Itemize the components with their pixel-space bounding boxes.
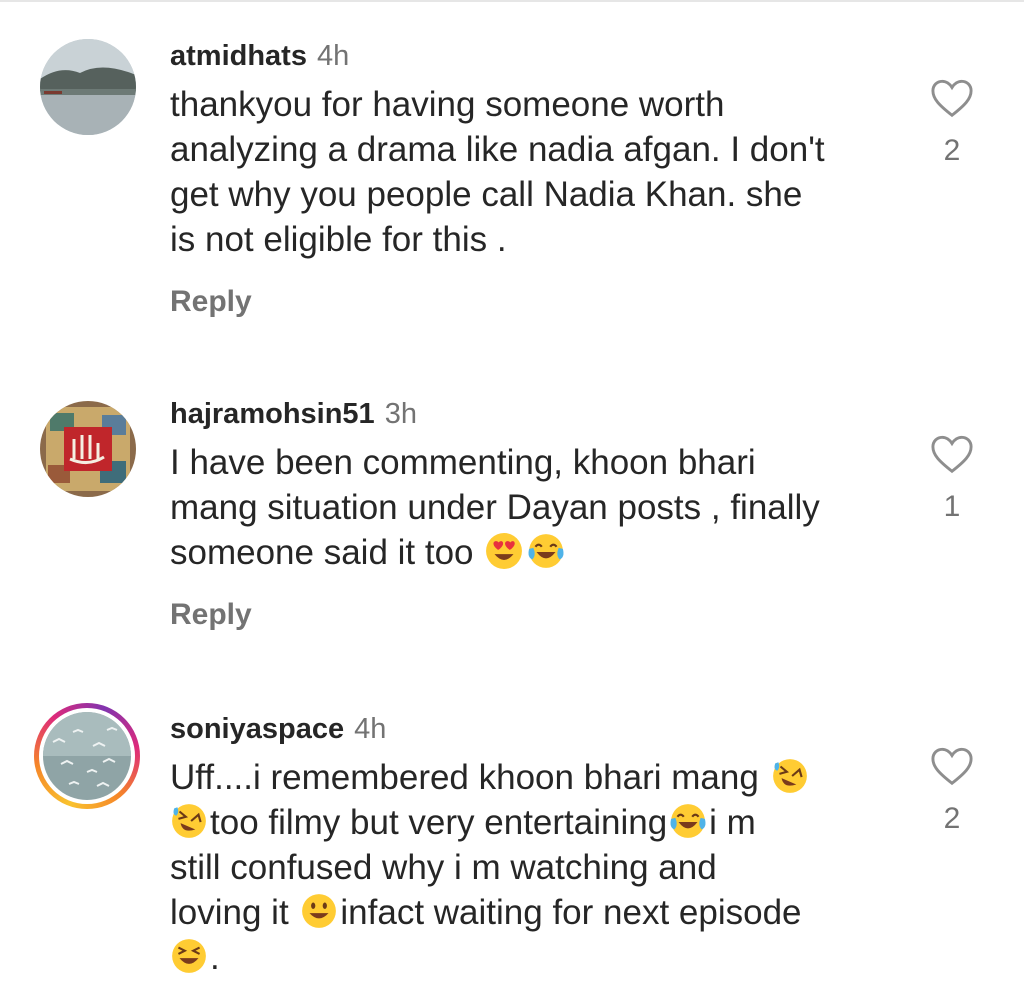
comment-text-line: loving it infact waiting for next episod… <box>170 890 890 935</box>
comment-text-line: analyzing a drama like nadia afgan. I do… <box>170 130 825 169</box>
tears-of-joy-emoji-icon <box>670 804 706 838</box>
comment-text-fragment: too filmy but very entertaining <box>210 803 668 842</box>
like-control: 2 <box>930 746 974 836</box>
comment-text: I have been commenting, khoon bhari mang… <box>170 440 890 575</box>
comment-timestamp: 3h <box>384 398 417 430</box>
top-divider <box>0 0 1024 2</box>
comment-text-fragment: Uff....i remembered khoon bhari mang <box>170 758 759 797</box>
comment-text-fragment: loving it <box>170 893 289 932</box>
heart-eyes-emoji-icon <box>486 533 523 569</box>
comment-text-line: mang situation under Dayan posts , final… <box>170 488 820 527</box>
like-control: 2 <box>930 78 974 168</box>
comment-text-line: Uff....i remembered khoon bhari mang <box>170 755 890 800</box>
comment-text-fragment: infact waiting for next episode <box>340 893 802 932</box>
rolling-laughing-emoji-icon <box>172 804 206 838</box>
laughing-squint-emoji-icon <box>172 939 206 973</box>
comment-text: Uff....i remembered khoon bhari mang too… <box>170 755 890 980</box>
comment-timestamp: 4h <box>354 713 387 745</box>
rolling-laughing-emoji-icon <box>772 759 807 793</box>
comment-text-line: too filmy but very entertaining i m <box>170 800 890 845</box>
comment-text-line: get why you people call Nadia Khan. she <box>170 175 803 214</box>
heart-outline-icon[interactable] <box>930 78 974 118</box>
like-count: 2 <box>943 134 961 167</box>
comment-text-line: thankyou for having someone worth <box>170 85 725 124</box>
calligraphy-avatar-icon <box>40 401 136 497</box>
comment-username[interactable]: hajramohsin51 <box>170 398 375 430</box>
comment-text-line: still confused why i m watching and <box>170 848 717 887</box>
like-count: 1 <box>943 490 961 523</box>
comment-text-line: I have been commenting, khoon bhari <box>170 443 756 482</box>
comment-text-line: . <box>170 935 890 980</box>
comment-username[interactable]: soniyaspace <box>170 713 344 745</box>
comment-text-line: is not eligible for this . <box>170 220 507 259</box>
tears-of-joy-emoji-icon <box>528 534 564 568</box>
heart-outline-icon[interactable] <box>930 746 974 786</box>
grinning-emoji-icon <box>302 894 337 928</box>
heart-outline-icon[interactable] <box>930 434 974 474</box>
avatar[interactable] <box>40 401 136 497</box>
lake-landscape-avatar-icon <box>40 39 136 135</box>
comment-timestamp: 4h <box>316 40 350 72</box>
comment-text-fragment: i m <box>709 803 756 842</box>
avatar[interactable] <box>40 39 136 135</box>
reply-button[interactable]: Reply <box>170 284 890 320</box>
like-count: 2 <box>943 802 961 835</box>
comment-text: thankyou for having someone worth analyz… <box>170 82 890 262</box>
birds-sky-avatar-icon <box>43 712 131 800</box>
like-control: 1 <box>930 434 974 524</box>
comment-username[interactable]: atmidhats <box>170 40 307 72</box>
comment-text-line: someone said it too <box>170 530 890 575</box>
avatar-with-story-ring[interactable] <box>34 703 140 809</box>
comment-text-fragment: someone said it too <box>170 533 474 572</box>
comment-text-fragment: . <box>210 938 220 977</box>
reply-button[interactable]: Reply <box>170 597 890 633</box>
